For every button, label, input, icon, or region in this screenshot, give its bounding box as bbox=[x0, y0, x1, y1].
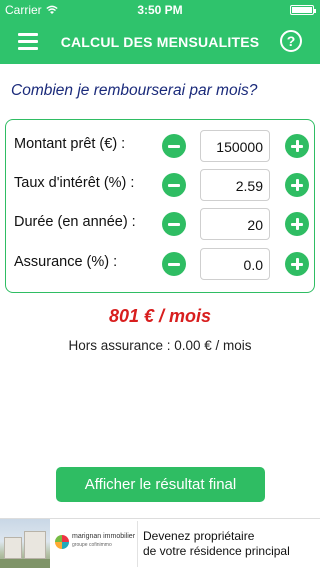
amount-label: Montant prêt (€) : bbox=[14, 136, 126, 152]
rate-increment-button[interactable] bbox=[285, 173, 309, 197]
show-final-result-button[interactable]: Afficher le résultat final bbox=[56, 467, 265, 502]
ad-divider bbox=[137, 521, 138, 567]
amount-row: Montant prêt (€) : 150000 bbox=[6, 130, 316, 162]
duration-input[interactable]: 20 bbox=[200, 208, 270, 240]
without-insurance-result: Hors assurance : 0.00 € / mois bbox=[68, 338, 252, 353]
rate-input[interactable]: 2.59 bbox=[200, 169, 270, 201]
monthly-result: 801 € / mois bbox=[108, 306, 212, 326]
duration-row: Durée (en année) : 20 bbox=[6, 208, 316, 240]
page-title: CALCUL DES MENSUALITES bbox=[60, 34, 260, 50]
ad-banner[interactable]: marignan immobilier groupe cofinimmo Dev… bbox=[0, 518, 320, 568]
help-button[interactable]: ? bbox=[280, 30, 302, 52]
insurance-input[interactable]: 0.0 bbox=[200, 248, 270, 280]
insurance-increment-button[interactable] bbox=[285, 252, 309, 276]
ad-photo bbox=[0, 519, 50, 568]
duration-label: Durée (en année) : bbox=[14, 214, 136, 230]
navigation-bar: CALCUL DES MENSUALITES ? bbox=[0, 20, 320, 64]
app-header: Carrier 3:50 PM CALCUL DES MENSUALITES ? bbox=[0, 0, 320, 64]
amount-increment-button[interactable] bbox=[285, 134, 309, 158]
duration-increment-button[interactable] bbox=[285, 212, 309, 236]
rate-label: Taux d'intérêt (%) : bbox=[14, 175, 135, 191]
insurance-decrement-button[interactable] bbox=[162, 252, 186, 276]
clock: 3:50 PM bbox=[137, 3, 183, 17]
amount-decrement-button[interactable] bbox=[162, 134, 186, 158]
ad-text-line-1: Devenez propriétaire bbox=[143, 529, 255, 543]
rate-row: Taux d'intérêt (%) : 2.59 bbox=[6, 169, 316, 201]
ad-brand-name: marignan immobilier bbox=[72, 533, 136, 540]
rate-decrement-button[interactable] bbox=[162, 173, 186, 197]
battery-icon bbox=[290, 5, 316, 15]
insurance-row: Assurance (%) : 0.0 bbox=[6, 248, 316, 280]
brand-logo-icon bbox=[55, 535, 69, 549]
insurance-label: Assurance (%) : bbox=[14, 254, 118, 270]
question-heading: Combien je rembourserai par mois? bbox=[11, 82, 258, 99]
ad-brand-sub: groupe cofinimmo bbox=[72, 542, 112, 548]
status-bar: Carrier 3:50 PM bbox=[0, 0, 320, 20]
ad-logo: marignan immobilier groupe cofinimmo bbox=[53, 527, 135, 561]
loan-form-card: Montant prêt (€) : 150000 Taux d'intérêt… bbox=[5, 119, 315, 293]
amount-input[interactable]: 150000 bbox=[200, 130, 270, 162]
duration-decrement-button[interactable] bbox=[162, 212, 186, 236]
ad-text-line-2: de votre résidence principal bbox=[143, 544, 290, 558]
